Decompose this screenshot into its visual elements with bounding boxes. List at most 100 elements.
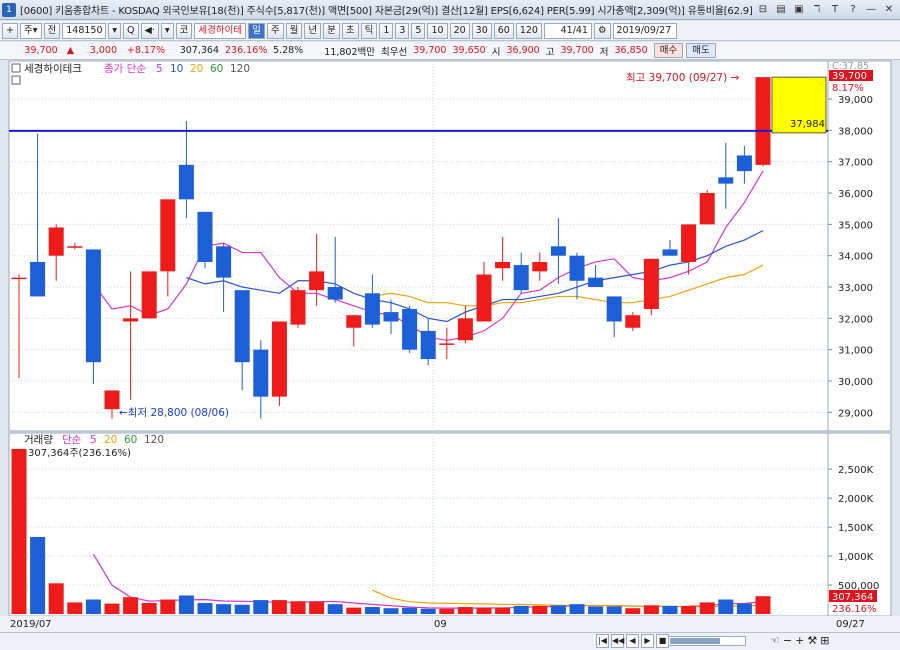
- tile-icon[interactable]: ⊟: [756, 2, 770, 17]
- chart-area[interactable]: 39,000 38,000 37,000 36,000 35,000 34,000 33,0…: [0, 60, 900, 632]
- back-icon[interactable]: ◀: [626, 634, 639, 648]
- all-button[interactable]: 전: [43, 22, 61, 39]
- last-price-tag-text: 39,700: [832, 71, 867, 82]
- volume-bar: [643, 605, 659, 614]
- period-weekly[interactable]: 주: [266, 22, 284, 39]
- search-icon[interactable]: Q: [123, 22, 139, 39]
- candle-body: [327, 287, 343, 300]
- price-panel: [8, 60, 829, 432]
- interval-5[interactable]: 5: [411, 22, 426, 39]
- volume-bar: [476, 607, 492, 614]
- list-icon[interactable]: ▤: [774, 2, 788, 17]
- candle-body: [11, 277, 27, 280]
- range-slider[interactable]: [668, 636, 746, 646]
- link-icon[interactable]: ℸ: [810, 2, 824, 17]
- volume-bar: [141, 602, 157, 614]
- candle-body: [643, 258, 659, 309]
- layout-icon[interactable]: ▣: [792, 2, 806, 17]
- date-field[interactable]: 2019/09/27: [612, 22, 677, 39]
- page-counter[interactable]: 41/41: [543, 22, 592, 39]
- period-tick[interactable]: 틱: [360, 22, 378, 39]
- period-second[interactable]: 초: [341, 22, 359, 39]
- zoom-out-icon[interactable]: −: [783, 634, 792, 647]
- candle-body: [662, 249, 678, 256]
- stock-code-input[interactable]: 148150: [62, 22, 107, 39]
- volume-bar: [569, 604, 585, 614]
- price-tick-label: 30,000: [838, 377, 873, 388]
- sell-button[interactable]: 매도: [686, 43, 716, 58]
- interval-1[interactable]: 1: [379, 22, 394, 39]
- volume-bar: [160, 599, 176, 614]
- minimize-button[interactable]: —: [864, 2, 878, 17]
- volume-bar: [606, 606, 622, 614]
- range-slider-thumb[interactable]: [670, 638, 720, 644]
- candle-body: [736, 155, 752, 172]
- candle-body: [420, 330, 436, 360]
- x-label-start: 2019/07: [10, 619, 52, 630]
- hand-icon[interactable]: ☜: [770, 634, 780, 647]
- fast-back-icon[interactable]: ◀◀: [611, 634, 624, 648]
- buy-button[interactable]: 매수: [653, 43, 684, 58]
- first-page-icon[interactable]: |◀: [596, 634, 609, 648]
- candle-body: [104, 390, 120, 410]
- low-price: 36,850: [614, 45, 648, 56]
- speaker-icon[interactable]: ◀·: [140, 22, 159, 39]
- bottom-bar: |◀ ◀◀ ◀ ▶ ■ ☜ − + ⚒ ⊞: [0, 632, 900, 650]
- code-dropdown-icon[interactable]: ▾: [108, 22, 122, 39]
- min-price-annotation: ←최저 28,800 (08/06): [119, 407, 229, 419]
- interval-30[interactable]: 30: [471, 22, 492, 39]
- low-label: 저: [599, 46, 609, 58]
- stock-name-field[interactable]: 세경하이테: [194, 22, 247, 39]
- market-select[interactable]: 주 ▾: [19, 22, 42, 39]
- price-ma-10: 10: [170, 63, 183, 75]
- interval-20[interactable]: 20: [449, 22, 470, 39]
- x-label-end: 09/27: [836, 619, 865, 630]
- interval-60[interactable]: 60: [493, 22, 514, 39]
- volume-bar: [123, 597, 139, 614]
- period-daily[interactable]: 일: [248, 22, 265, 39]
- volume-panel: [8, 432, 829, 617]
- volume-bar: [346, 607, 362, 614]
- code-prefix[interactable]: 코: [175, 22, 193, 39]
- interval-3[interactable]: 3: [395, 22, 410, 39]
- volume-bar: [699, 602, 715, 614]
- history-dropdown-icon[interactable]: ▾: [160, 22, 174, 39]
- zoom-in-icon[interactable]: +: [795, 634, 804, 647]
- price-change-pct: +8.17%: [126, 45, 165, 56]
- candle-body: [681, 224, 697, 262]
- help-icon[interactable]: ?: [846, 2, 860, 17]
- interval-10[interactable]: 10: [427, 22, 448, 39]
- scroll-controls: |◀ ◀◀ ◀ ▶ ■: [596, 634, 669, 648]
- price-tick-label: 32,000: [838, 314, 873, 325]
- text-icon[interactable]: T: [828, 2, 842, 17]
- candle-body: [439, 343, 455, 345]
- volume-bar: [253, 600, 269, 614]
- volume-bar: [457, 607, 473, 614]
- price-tick-label: 35,000: [838, 220, 873, 231]
- volume-bar: [755, 596, 771, 614]
- candle-body: [588, 277, 604, 288]
- candle-body: [85, 249, 101, 363]
- settings-icon[interactable]: ⚙: [593, 22, 611, 39]
- play-icon[interactable]: ▶: [641, 634, 654, 648]
- price-tick-label: 29,000: [838, 408, 873, 419]
- tools-icon[interactable]: ⚒: [807, 634, 817, 647]
- price-ma-20: 20: [190, 63, 203, 75]
- open-label: 시: [491, 46, 501, 58]
- add-button[interactable]: +: [2, 22, 18, 39]
- candle-body: [699, 193, 715, 225]
- period-minute[interactable]: 분: [323, 22, 340, 39]
- close-button[interactable]: ✕: [882, 2, 896, 17]
- interval-120[interactable]: 120: [515, 22, 542, 39]
- expand-icon[interactable]: ⊞: [820, 634, 829, 647]
- volume-bar: [550, 605, 566, 614]
- period-yearly[interactable]: 년: [304, 22, 322, 39]
- volume-ma-label: 단순: [62, 434, 82, 446]
- candle-body: [67, 246, 83, 248]
- candle-body: [457, 318, 473, 341]
- candle-body: [271, 321, 287, 397]
- price-axis-panel: [827, 60, 892, 432]
- candlestick-chart[interactable]: 39,000 38,000 37,000 36,000 35,000 34,000 33,0…: [0, 60, 900, 632]
- period-monthly[interactable]: 월: [285, 22, 303, 39]
- app-icon: 1: [2, 2, 16, 17]
